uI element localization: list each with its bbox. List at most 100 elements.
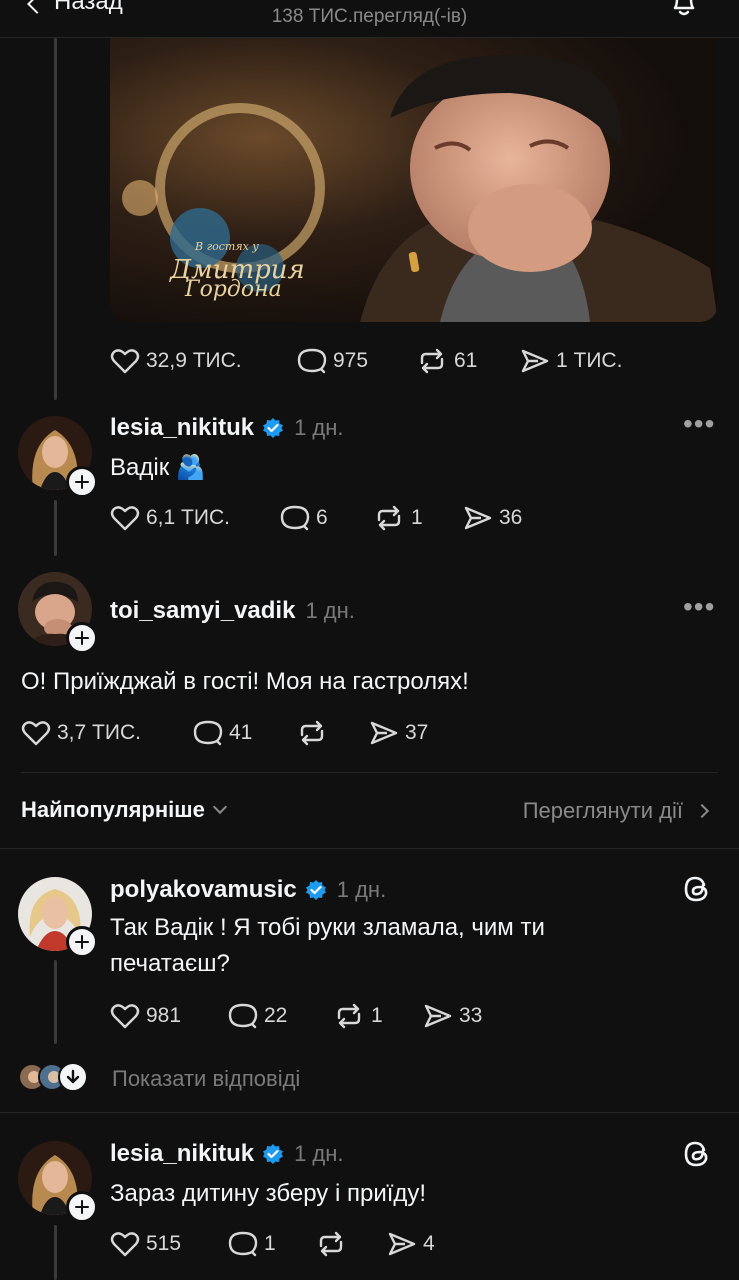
bell-icon[interactable] bbox=[667, 0, 701, 25]
post-time: 1 дн. bbox=[294, 415, 344, 440]
share-count: 33 bbox=[459, 1004, 483, 1027]
heart-icon bbox=[21, 721, 51, 746]
username[interactable]: toi_samyi_vadik bbox=[110, 597, 295, 625]
thread-line bbox=[54, 38, 57, 400]
like-button[interactable]: 981 bbox=[110, 1002, 181, 1030]
like-count: 32,9 ТИС. bbox=[146, 349, 242, 372]
repost-button[interactable] bbox=[296, 719, 334, 747]
top-bar: Назад 138 ТИС.перегляд(-ів) bbox=[0, 0, 739, 38]
reply-header: toi_samyi_vadik 1 дн. bbox=[110, 597, 355, 625]
like-button[interactable]: 32,9 ТИС. bbox=[110, 347, 242, 375]
heart-icon bbox=[110, 349, 140, 374]
like-button[interactable]: 3,7 ТИС. bbox=[21, 719, 141, 747]
verified-badge-icon bbox=[263, 1144, 284, 1164]
repost-button[interactable]: 61 bbox=[416, 347, 477, 375]
sort-dropdown[interactable]: Найпопулярніше bbox=[21, 797, 227, 823]
comment-button[interactable]: 22 bbox=[228, 1002, 287, 1030]
send-icon bbox=[388, 1232, 416, 1256]
comment-header: lesia_nikituk 1 дн. bbox=[110, 1140, 344, 1168]
more-options-icon[interactable]: ••• bbox=[683, 408, 715, 440]
heart-icon bbox=[110, 1004, 140, 1029]
media-caption-1: В гостях у bbox=[194, 240, 259, 253]
send-icon bbox=[464, 506, 492, 530]
repost-count: 1 bbox=[411, 506, 423, 529]
view-activity-button[interactable]: Переглянути дії bbox=[522, 798, 710, 824]
share-button[interactable]: 36 bbox=[463, 504, 522, 532]
username[interactable]: lesia_nikituk bbox=[110, 414, 254, 442]
sort-label: Найпопулярніше bbox=[21, 797, 205, 822]
show-replies-link[interactable]: Показати відповіді bbox=[112, 1066, 300, 1092]
thread-line bbox=[54, 1225, 57, 1280]
repost-count: 61 bbox=[454, 349, 478, 372]
send-icon bbox=[521, 349, 549, 373]
comment-icon bbox=[228, 1231, 258, 1257]
comment-button[interactable]: 1 bbox=[228, 1230, 276, 1258]
verified-badge-icon bbox=[305, 880, 326, 900]
username[interactable]: polyakovamusic bbox=[110, 876, 297, 904]
comment-count: 6 bbox=[316, 506, 328, 529]
like-count: 981 bbox=[146, 1004, 182, 1027]
arrow-down-icon bbox=[58, 1062, 88, 1092]
verified-badge-icon bbox=[263, 418, 284, 438]
threads-logo-icon[interactable] bbox=[682, 873, 712, 910]
follow-plus-icon[interactable] bbox=[66, 622, 98, 654]
username[interactable]: lesia_nikituk bbox=[110, 1140, 254, 1168]
post-time: 1 дн. bbox=[336, 877, 387, 902]
post-video-thumbnail[interactable]: В гостях у Дмитрия Гордона bbox=[110, 38, 718, 322]
follow-plus-icon[interactable] bbox=[66, 1191, 98, 1223]
comment-button[interactable]: 41 bbox=[193, 719, 252, 747]
chevron-right-icon bbox=[694, 803, 710, 819]
threads-logo-icon[interactable] bbox=[682, 1138, 712, 1175]
repost-icon bbox=[420, 348, 444, 374]
heart-icon bbox=[110, 1232, 140, 1257]
heart-icon bbox=[110, 506, 140, 531]
repost-icon bbox=[337, 1003, 361, 1029]
thread-line bbox=[54, 500, 57, 556]
comment-header: polyakovamusic 1 дн. bbox=[110, 876, 386, 904]
comment-count: 41 bbox=[229, 721, 253, 744]
comment-icon bbox=[228, 1003, 258, 1029]
repost-button[interactable] bbox=[315, 1230, 353, 1258]
comment-icon bbox=[297, 348, 327, 374]
divider bbox=[0, 1112, 739, 1113]
share-count: 1 ТИС. bbox=[556, 349, 623, 372]
like-count: 515 bbox=[146, 1232, 182, 1255]
more-options-icon[interactable]: ••• bbox=[683, 591, 715, 623]
comment-icon bbox=[193, 720, 223, 746]
like-button[interactable]: 515 bbox=[110, 1230, 181, 1258]
send-icon bbox=[424, 1004, 452, 1028]
comment-count: 1 bbox=[264, 1232, 276, 1255]
comment-text-line2: печатаєш? bbox=[110, 950, 230, 977]
comment-text-line1: Так Вадік ! Я тобі руки зламала, чим ти bbox=[110, 914, 545, 941]
repost-button[interactable]: 1 bbox=[333, 1002, 383, 1030]
share-count: 37 bbox=[405, 721, 429, 744]
like-button[interactable]: 6,1 ТИС. bbox=[110, 504, 230, 532]
replies-avatars[interactable] bbox=[18, 1062, 88, 1092]
share-button[interactable]: 33 bbox=[423, 1002, 482, 1030]
follow-plus-icon[interactable] bbox=[66, 466, 98, 498]
post-time: 1 дн. bbox=[294, 1141, 344, 1166]
repost-icon bbox=[377, 505, 401, 531]
reply-text: О! Приїжджай в гості! Моя на гастролях! bbox=[21, 668, 469, 695]
comment-count: 975 bbox=[333, 349, 369, 372]
comment-button[interactable]: 6 bbox=[280, 504, 328, 532]
post-time: 1 дн. bbox=[305, 598, 355, 623]
comment-count: 22 bbox=[264, 1004, 288, 1027]
like-count: 6,1 ТИС. bbox=[146, 506, 230, 529]
comment-text: Зараз дитину зберу і приїду! bbox=[110, 1180, 427, 1207]
share-button[interactable]: 1 ТИС. bbox=[520, 347, 622, 375]
follow-plus-icon[interactable] bbox=[66, 926, 98, 958]
divider bbox=[0, 848, 739, 849]
chevron-down-icon bbox=[212, 799, 227, 815]
view-activity-label: Переглянути дії bbox=[522, 798, 683, 823]
comment-button[interactable]: 975 bbox=[297, 347, 368, 375]
share-count: 4 bbox=[423, 1232, 435, 1255]
view-count: 138 ТИС.перегляд(-ів) bbox=[271, 6, 468, 27]
repost-icon bbox=[300, 720, 324, 746]
divider bbox=[21, 772, 718, 773]
thread-line bbox=[54, 960, 57, 1044]
share-button[interactable]: 37 bbox=[369, 719, 428, 747]
share-count: 36 bbox=[499, 506, 523, 529]
repost-button[interactable]: 1 bbox=[373, 504, 423, 532]
share-button[interactable]: 4 bbox=[387, 1230, 435, 1258]
